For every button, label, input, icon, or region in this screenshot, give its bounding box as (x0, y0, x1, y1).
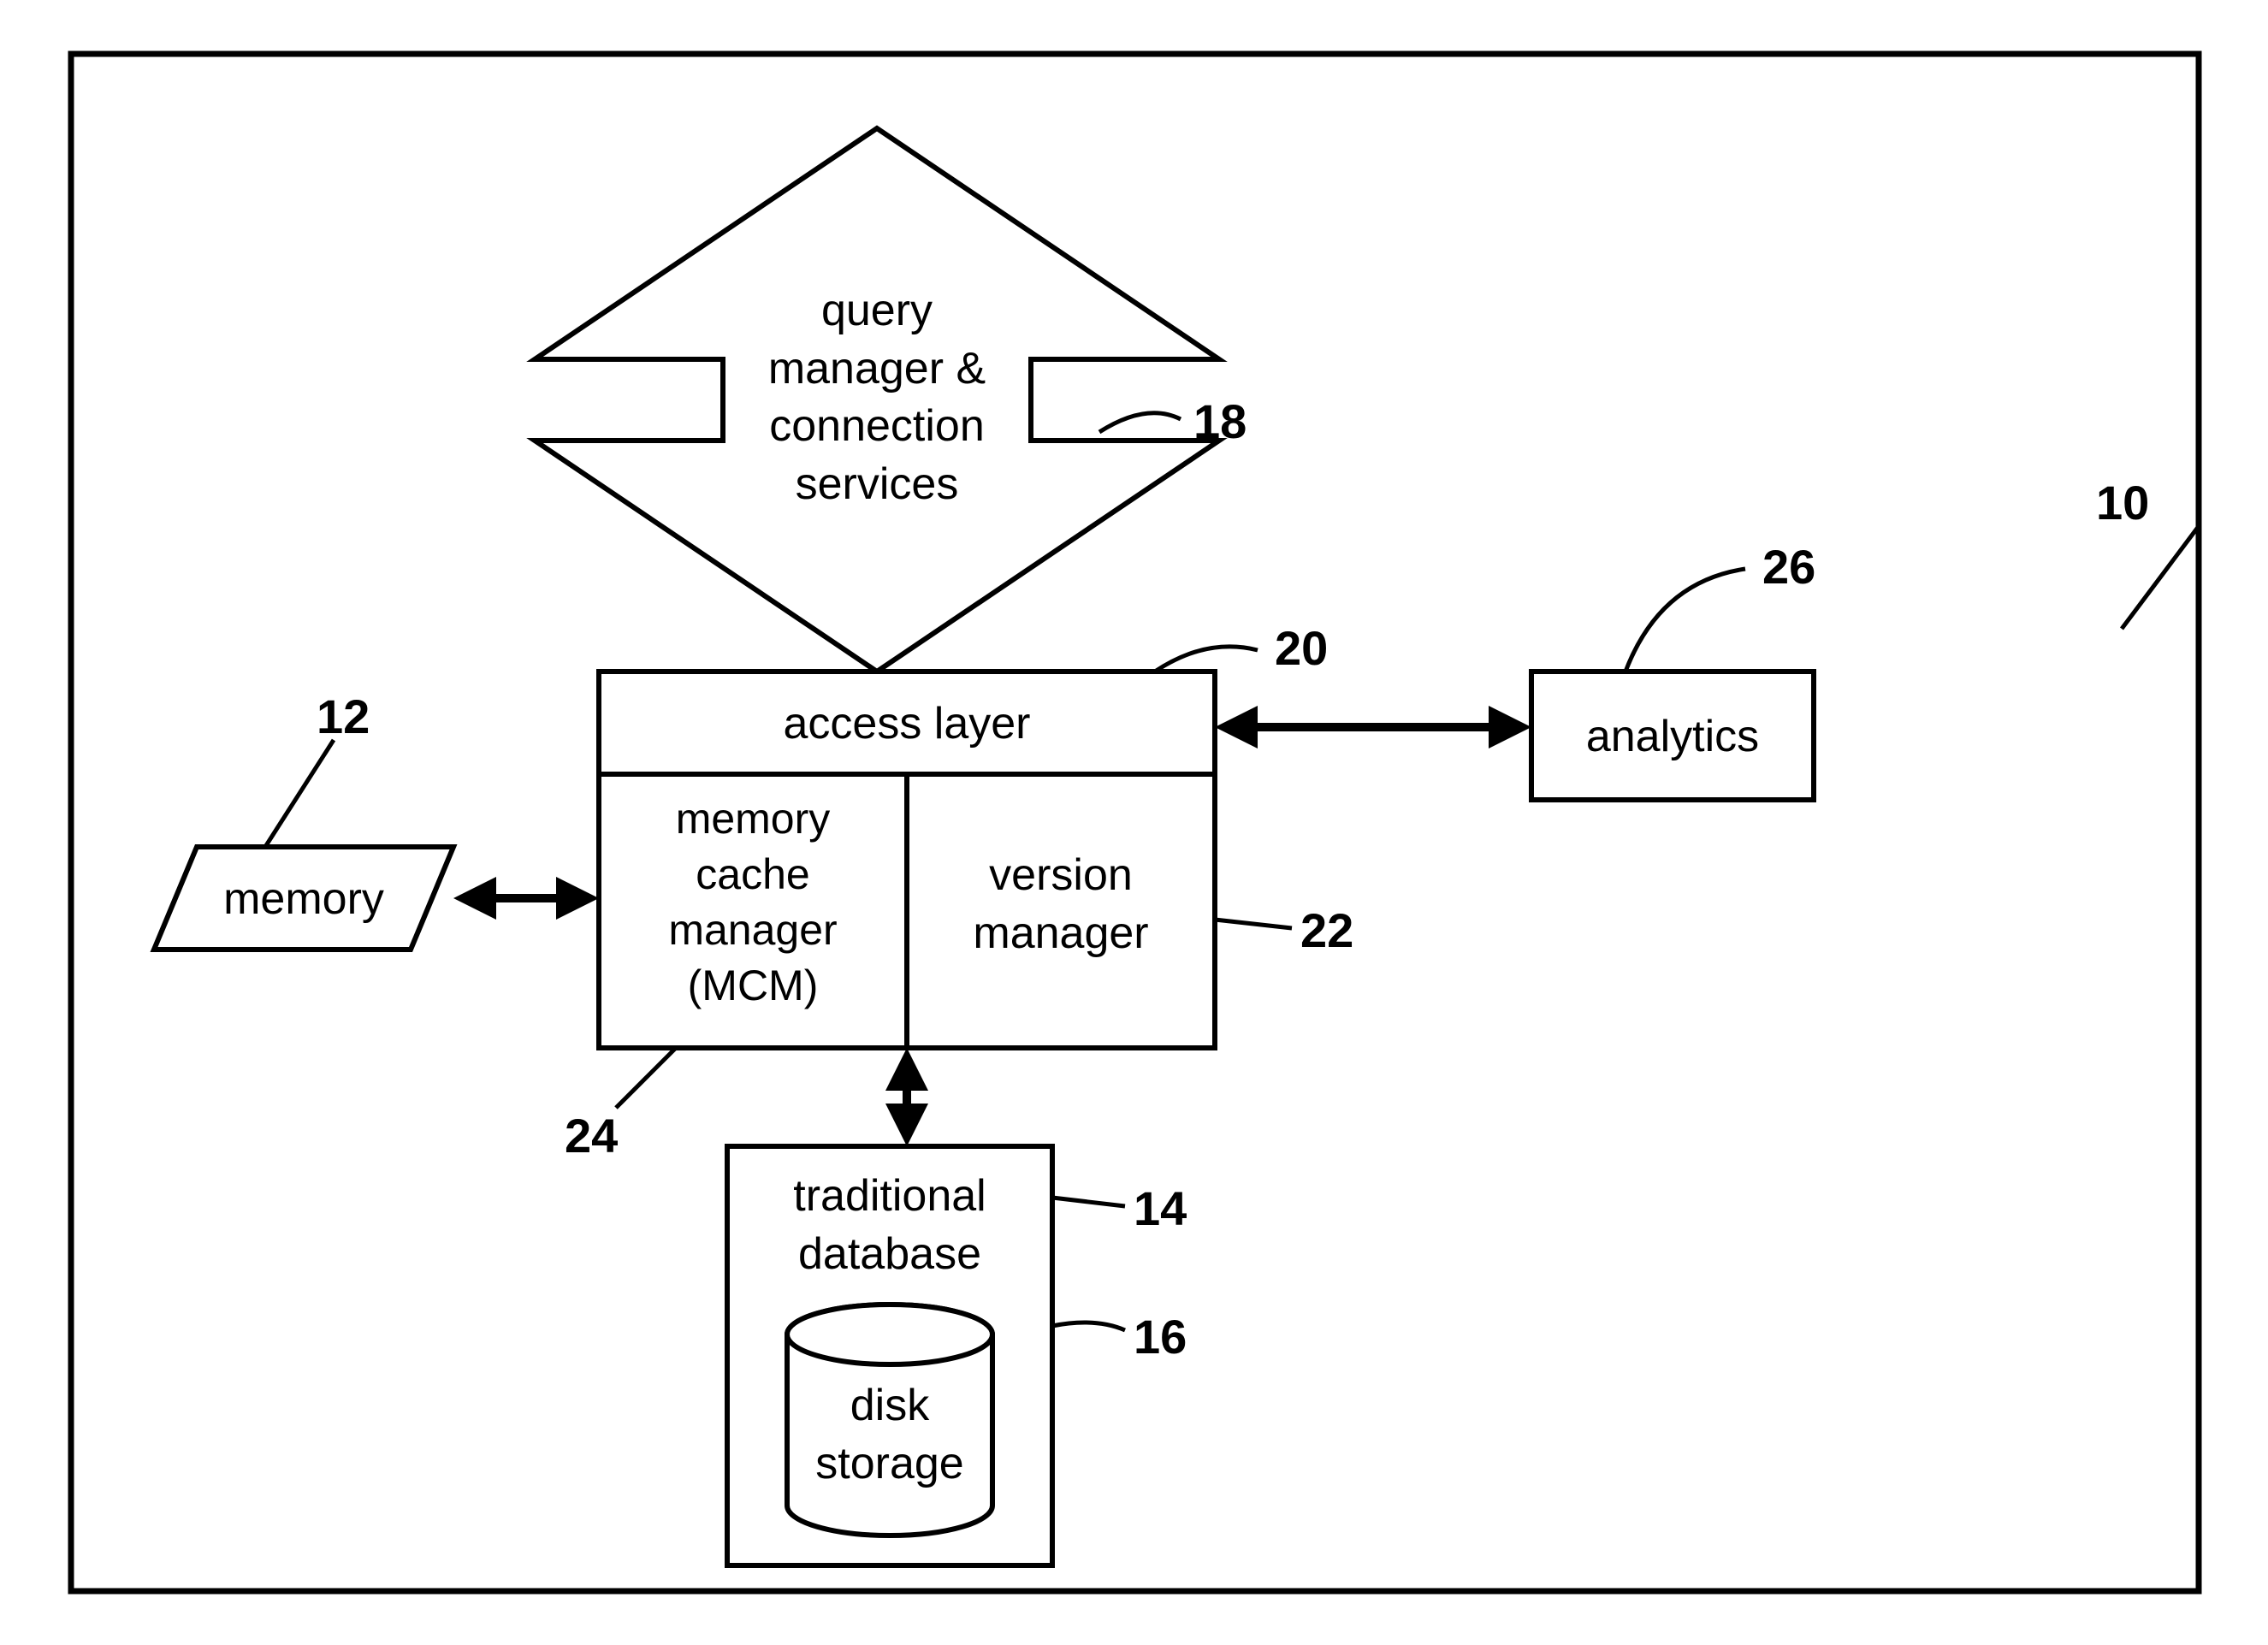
disk-storage-text: disk storage (787, 1377, 992, 1493)
version-manager-text: version manager (907, 847, 1215, 962)
mcm-text: memory cache manager (MCM) (599, 791, 907, 1014)
analytics-text: analytics (1531, 708, 1814, 766)
access-layer-text: access layer (599, 695, 1215, 754)
label-20: 20 (1275, 620, 1328, 676)
label-10: 10 (2096, 475, 2149, 530)
label-14: 14 (1134, 1180, 1187, 1236)
label-26: 26 (1762, 539, 1815, 595)
traditional-database-text: traditional database (727, 1168, 1052, 1283)
memory-text: memory (180, 871, 428, 929)
label-22: 22 (1300, 902, 1353, 958)
label-12: 12 (317, 689, 370, 744)
label-16: 16 (1134, 1309, 1187, 1364)
label-24: 24 (565, 1108, 618, 1163)
query-manager-text: query manager & connection services (693, 282, 1061, 513)
label-18: 18 (1193, 393, 1247, 449)
